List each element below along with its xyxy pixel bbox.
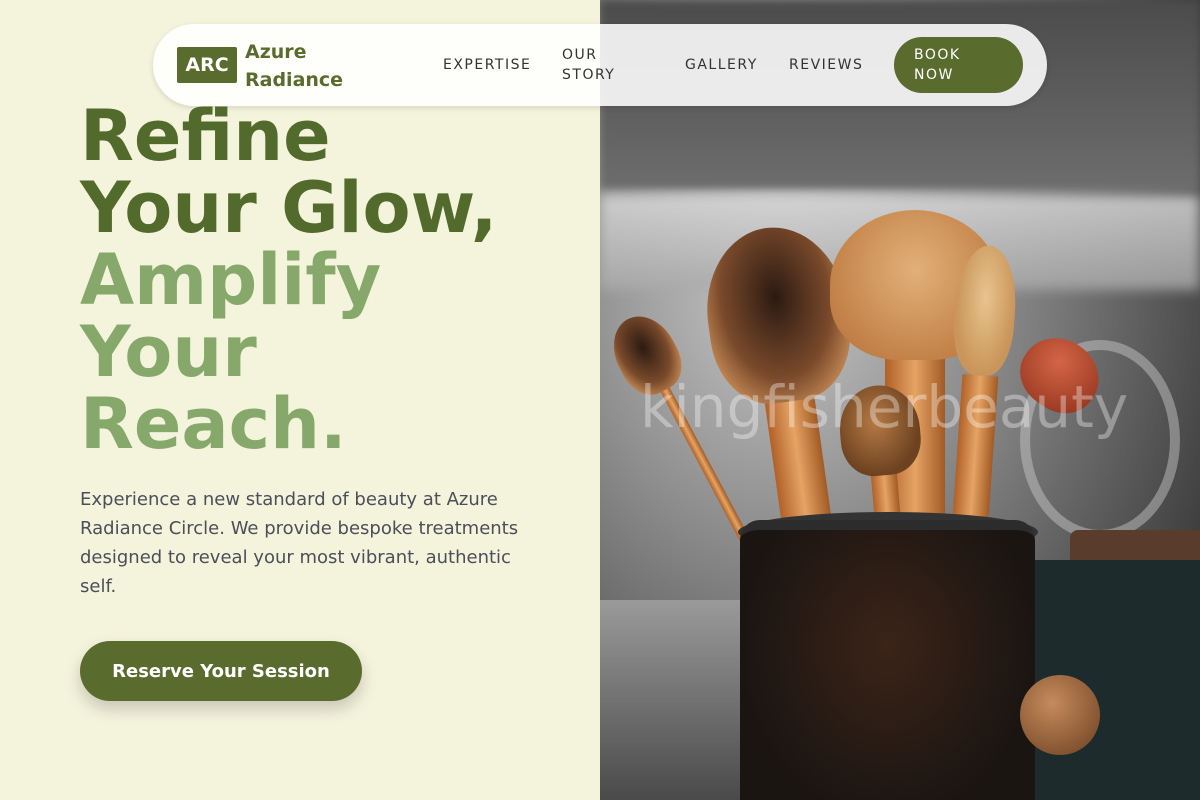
nav-link-gallery[interactable]: GALLERY <box>685 55 758 75</box>
hero-headline: Refine Your Glow, Amplify Your Reach. <box>80 100 497 460</box>
headline-line-3: Amplify <box>80 239 382 321</box>
nav-link-reviews[interactable]: REVIEWS <box>789 55 863 75</box>
reserve-session-button[interactable]: Reserve Your Session <box>80 641 362 701</box>
logo-badge[interactable]: ARC <box>177 47 237 83</box>
navbar: ARC Azure Radiance EXPERTISE OUR STORY G… <box>153 24 1047 106</box>
nav-link-expertise[interactable]: EXPERTISE <box>443 55 531 75</box>
brand-name[interactable]: Azure Radiance <box>245 38 395 94</box>
headline-line-5: Reach. <box>80 383 347 465</box>
hero-description: Experience a new standard of beauty at A… <box>80 489 519 597</box>
headline-line-1: Refine <box>80 95 331 177</box>
photo-ball <box>1020 675 1100 755</box>
photo-watermark: kingfisherbeauty <box>640 373 1129 441</box>
headline-line-2: Your Glow, <box>80 167 498 249</box>
headline-line-4: Your <box>80 311 257 393</box>
book-now-button[interactable]: BOOK NOW <box>894 37 1023 93</box>
photo-cup <box>740 520 1035 800</box>
nav-link-our-story[interactable]: OUR STORY <box>562 45 632 85</box>
